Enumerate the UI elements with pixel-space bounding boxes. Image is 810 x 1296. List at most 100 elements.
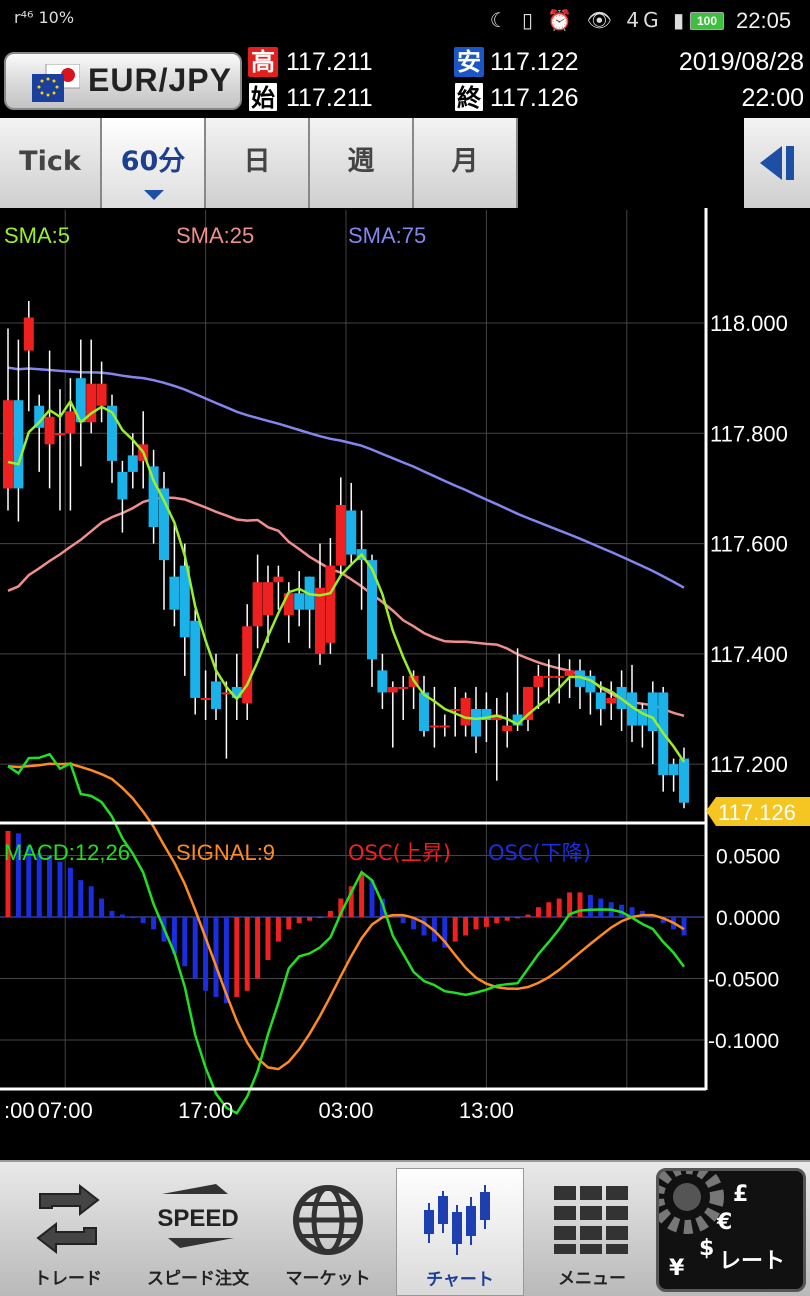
osc-bar [203, 917, 209, 991]
candlestick-chart-icon [424, 1185, 490, 1255]
candle-body [13, 400, 24, 489]
price-tick-label: 117.400 [710, 642, 788, 667]
macd-tick-label: 0.0000 [716, 907, 780, 930]
price-tick-label: 117.600 [710, 532, 788, 557]
osc-bar [296, 917, 302, 924]
osc-bar [109, 910, 115, 918]
tab-week[interactable]: 週 [310, 118, 414, 208]
candle-body [471, 708, 481, 737]
legend-signal: SIGNAL:9 [176, 840, 275, 865]
osc-bar [275, 917, 281, 942]
status-clock: 22:05 [736, 8, 792, 33]
current-price-tag: 117.126 [706, 797, 810, 826]
currency-pair-label: EUR/JPY [88, 62, 232, 98]
candle-body [211, 681, 221, 709]
osc-bar [192, 917, 198, 979]
osc-bar [359, 873, 365, 918]
nav-market[interactable]: マーケット [264, 1168, 392, 1296]
osc-bar [255, 917, 261, 979]
svg-text:€: € [716, 1210, 732, 1235]
candle-body [190, 620, 201, 698]
candle-body [543, 675, 554, 678]
osc-bar [515, 917, 521, 919]
high-value: 117.211 [286, 48, 373, 76]
legend-macd: MACD:12,26 [4, 840, 130, 865]
time-tick-label: 17:00 [178, 1098, 233, 1123]
osc-bar [265, 917, 271, 961]
open-badge: 始 [248, 82, 278, 112]
price-tick-label: 118.000 [710, 311, 788, 336]
osc-bar [681, 917, 687, 936]
osc-bar [494, 917, 500, 924]
candle-body [315, 587, 325, 654]
osc-bar [452, 917, 458, 942]
close-badge: 終 [454, 82, 484, 112]
legend-osc-down: OSC(下降) [488, 841, 591, 865]
osc-bar [307, 917, 313, 921]
nav-speed-order[interactable]: SPEED スピード注文 [134, 1168, 262, 1296]
osc-bar [546, 902, 552, 918]
status-right-icons: ☾ ▯ ⏰ 👁 4G ▮▮▮ [489, 8, 718, 32]
osc-bar [504, 917, 510, 921]
open-value: 117.211 [286, 84, 373, 112]
candle-body [335, 504, 346, 566]
nav-chart[interactable]: チャート [396, 1168, 524, 1296]
candle-body [679, 758, 689, 803]
nav-menu[interactable]: メニュー [528, 1168, 656, 1296]
candle-body [96, 383, 107, 406]
osc-bar [587, 894, 593, 918]
tab-month[interactable]: 月 [414, 118, 518, 208]
osc-bar [130, 917, 136, 919]
candle-body [294, 593, 305, 610]
menu-grid-icon [554, 1186, 628, 1254]
svg-text:¥: ¥ [669, 1256, 685, 1281]
nav-rate[interactable]: £ € $ ¥ レート [656, 1168, 806, 1292]
osc-bar [286, 917, 292, 930]
osc-bar [421, 917, 427, 936]
candle-body [554, 675, 565, 678]
osc-bar [598, 898, 604, 918]
collapse-panel-button[interactable] [744, 118, 810, 208]
candle-body [252, 582, 263, 627]
candle-body [346, 510, 357, 555]
time-tick-label: 03:00 [318, 1098, 373, 1123]
candle-body [325, 565, 336, 643]
osc-bar [67, 867, 73, 918]
candle-body [55, 433, 65, 436]
candle-body [127, 455, 138, 472]
macd-tick-label: -0.1000 [708, 1030, 779, 1053]
osc-bar [57, 861, 63, 918]
bar-icon [786, 146, 794, 180]
candle-body [242, 626, 253, 704]
candle-body [117, 471, 128, 500]
low-value: 117.122 [490, 48, 579, 76]
osc-bar [327, 910, 333, 918]
globe-icon [293, 1185, 363, 1255]
osc-bar [535, 907, 541, 918]
time-tick-label: 13:00 [459, 1098, 514, 1123]
candle-body [169, 576, 180, 610]
osc-bar [99, 898, 105, 918]
high-badge: 高 [248, 47, 278, 77]
price-chart[interactable]: 118.000 117.800 117.600 117.400 117.200 0.05… [0, 208, 810, 1140]
nav-trade[interactable]: トレード [4, 1168, 132, 1296]
osc-bar [213, 917, 219, 997]
osc-bar [473, 917, 479, 930]
legend-osc-up: OSC(上昇) [348, 841, 451, 865]
candle-body [533, 675, 544, 687]
osc-bar [119, 914, 125, 918]
osc-bar [244, 917, 250, 991]
tab-tick[interactable]: Tick [0, 118, 102, 208]
currency-pair-button[interactable]: EUR/JPY [4, 52, 242, 110]
price-tick-label: 117.800 [710, 421, 788, 446]
status-bar: r⁴⁶ 10% ☾ ▯ ⏰ 👁 4G ▮▮▮ 100 22:05 [0, 0, 810, 44]
candle-body [606, 697, 617, 704]
nav-menu-label: メニュー [558, 1269, 626, 1289]
legend-sma5: SMA:5 [4, 223, 70, 248]
candle-body [148, 466, 159, 528]
speed-icon: SPEED [158, 1184, 238, 1248]
quote-date: 2019/08/28 [678, 48, 804, 76]
candle-body [595, 692, 606, 709]
tab-day[interactable]: 日 [206, 118, 310, 208]
time-tick-label: 07:00 [38, 1098, 93, 1123]
